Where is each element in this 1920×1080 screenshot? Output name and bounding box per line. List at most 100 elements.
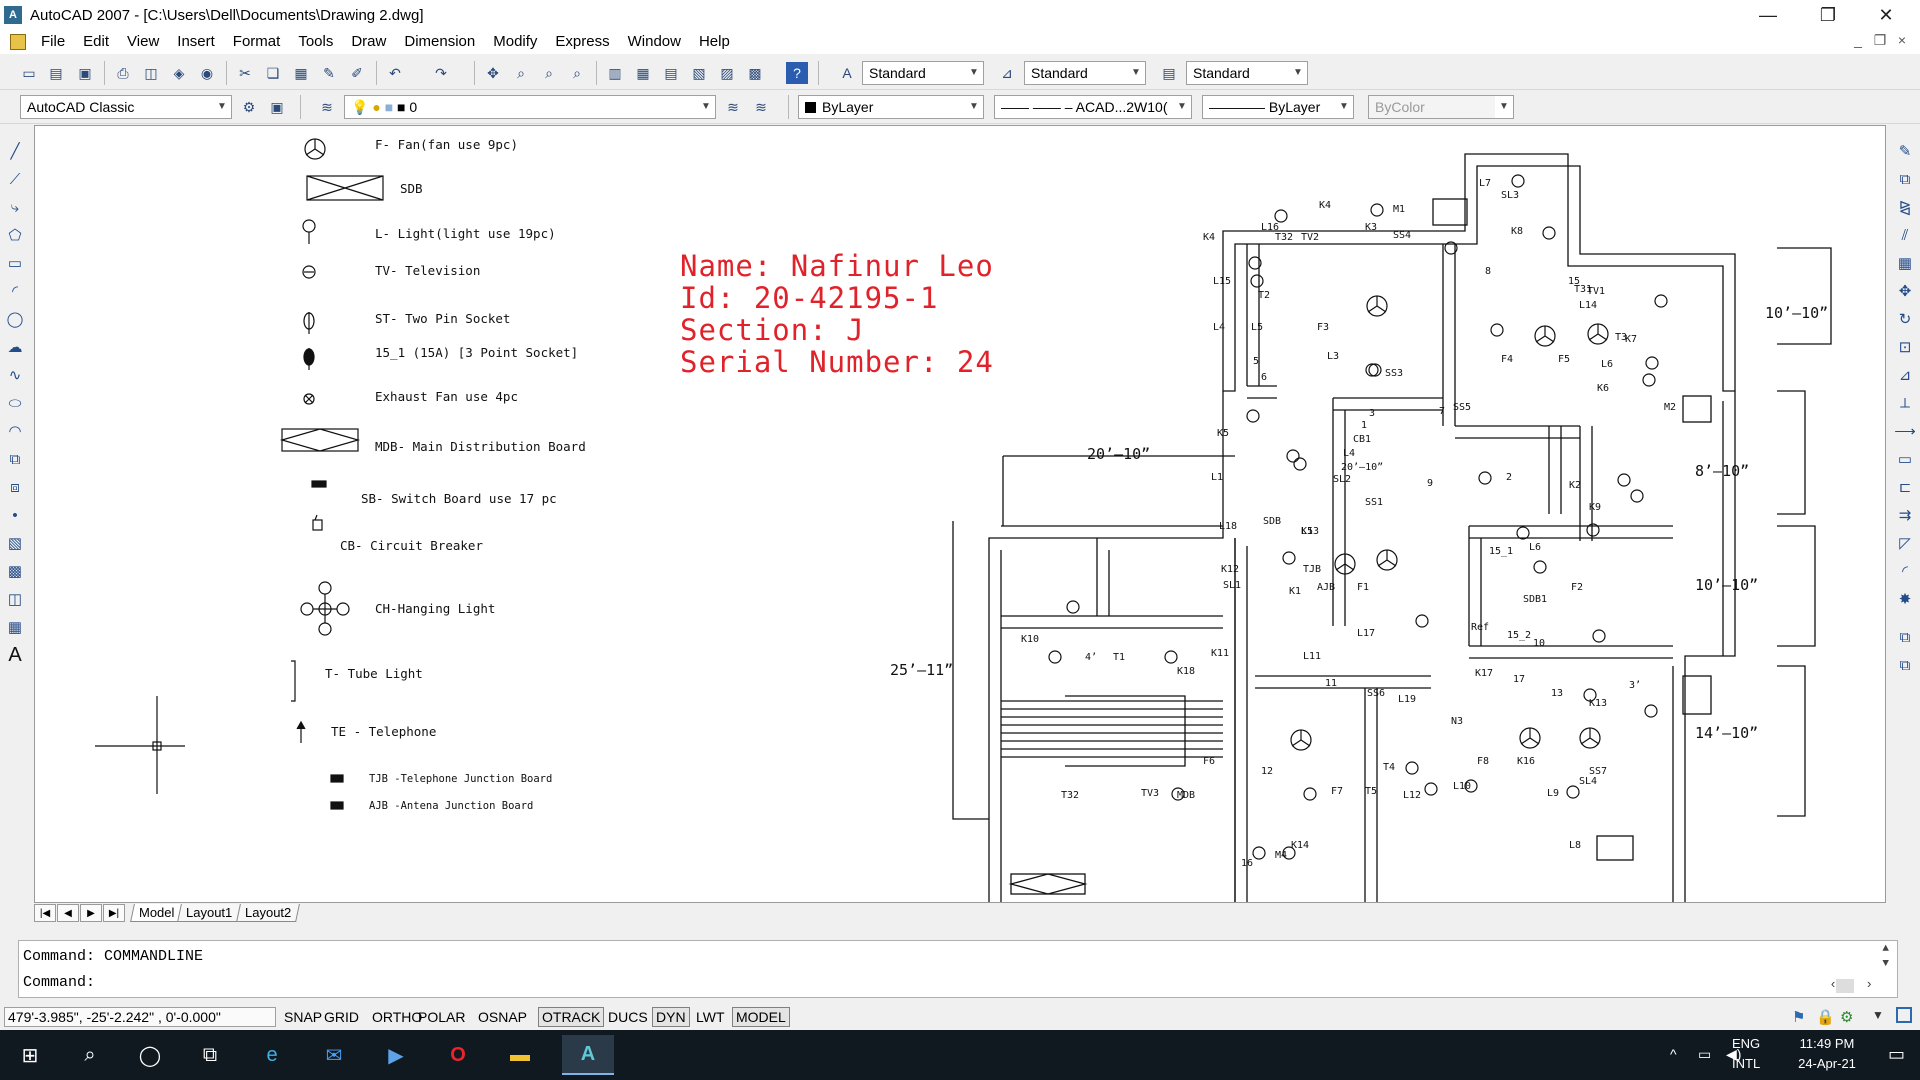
tray-settings-icon[interactable]: ⚙ — [1840, 1008, 1853, 1026]
table-icon[interactable]: ▦ — [4, 616, 26, 638]
table-style-select[interactable]: Standard ▼ — [1186, 61, 1308, 85]
offset-icon[interactable]: ⫽ — [1894, 224, 1916, 246]
notifications-icon[interactable]: ▭ — [1888, 1044, 1905, 1080]
table-style-icon[interactable]: ▤ — [1158, 62, 1180, 84]
pan-icon[interactable]: ✥ — [482, 62, 504, 84]
doc-restore-icon[interactable]: ❐ — [1869, 32, 1891, 49]
redo-icon[interactable]: ↷ — [430, 62, 452, 84]
tool-palettes-icon[interactable]: ▤ — [660, 62, 682, 84]
line-icon[interactable]: ╱ — [4, 140, 26, 162]
array-icon[interactable]: ▦ — [1894, 252, 1916, 274]
help-icon[interactable]: ? — [786, 62, 808, 84]
file-explorer-icon[interactable]: ▬ — [502, 1038, 538, 1072]
draworder-front-icon[interactable]: ⧉ — [1894, 626, 1916, 648]
move-icon[interactable]: ✥ — [1894, 280, 1916, 302]
lineweight-select[interactable]: ———— ByLayer ▼ — [1202, 95, 1354, 119]
explode-icon[interactable]: ✸ — [1894, 588, 1916, 610]
doc-minimize-icon[interactable]: _ — [1847, 32, 1869, 48]
opera-icon[interactable]: O — [440, 1038, 476, 1072]
status-toggle-ducs[interactable]: DUCS — [604, 1007, 652, 1027]
arc-icon[interactable]: ◜ — [4, 280, 26, 302]
ellipse-arc-icon[interactable]: ◠ — [4, 420, 26, 442]
menu-express[interactable]: Express — [546, 30, 618, 54]
dim-style-icon[interactable]: ⊿ — [996, 62, 1018, 84]
draworder-back-icon[interactable]: ⧉ — [1894, 654, 1916, 676]
menu-insert[interactable]: Insert — [168, 30, 224, 54]
comm-center-icon[interactable]: ⚑ — [1792, 1008, 1805, 1026]
markup-icon[interactable]: ▨ — [716, 62, 738, 84]
undo-icon[interactable]: ↶ — [384, 62, 406, 84]
join-icon[interactable]: ⇉ — [1894, 504, 1916, 526]
design-center-icon[interactable]: ▦ — [632, 62, 654, 84]
horizontal-scroll-thumb[interactable] — [1836, 979, 1854, 993]
menu-help[interactable]: Help — [690, 30, 739, 54]
hatch-icon[interactable]: ▧ — [4, 532, 26, 554]
plot-preview-icon[interactable]: ◫ — [140, 62, 162, 84]
calculator-icon[interactable]: ▩ — [744, 62, 766, 84]
search-icon[interactable]: ⌕ — [72, 1038, 108, 1072]
workspace-settings-icon[interactable]: ⚙ — [238, 96, 260, 118]
edge-icon[interactable]: e — [254, 1038, 290, 1072]
zoom-realtime-icon[interactable]: ⌕ — [510, 62, 532, 84]
linetype-select[interactable]: —— —— – ACAD...2W10(▼ — [994, 95, 1192, 119]
menu-tools[interactable]: Tools — [289, 30, 342, 54]
layer-previous-icon[interactable]: ≋ — [750, 96, 772, 118]
layer-manager-icon[interactable]: ≋ — [316, 96, 338, 118]
zoom-previous-icon[interactable]: ⌕ — [566, 62, 588, 84]
block-editor-icon[interactable]: ✐ — [346, 62, 368, 84]
menu-view[interactable]: View — [118, 30, 168, 54]
close-button[interactable]: ✕ — [1858, 0, 1914, 30]
plot-icon[interactable]: ⎙ — [112, 62, 134, 84]
status-toggle-otrack[interactable]: OTRACK — [538, 1007, 605, 1027]
tab-model[interactable]: Model — [130, 904, 184, 922]
chamfer-icon[interactable]: ◸ — [1894, 532, 1916, 554]
workspace-select[interactable]: AutoCAD Classic ▼ — [20, 95, 232, 119]
status-toggle-grid[interactable]: GRID — [320, 1007, 363, 1027]
multiline-text-icon[interactable]: A — [4, 644, 26, 666]
status-toggle-model[interactable]: MODEL — [732, 1007, 790, 1027]
properties-icon[interactable]: ▥ — [604, 62, 626, 84]
media-player-icon[interactable]: ▶ — [378, 1038, 414, 1072]
match-properties-icon[interactable]: ✎ — [318, 62, 340, 84]
dim-style-select[interactable]: Standard ▼ — [1024, 61, 1146, 85]
status-toggle-dyn[interactable]: DYN — [652, 1007, 690, 1027]
menu-dimension[interactable]: Dimension — [395, 30, 484, 54]
insert-block-icon[interactable]: ⧉ — [4, 448, 26, 470]
my-workspace-icon[interactable]: ▣ — [266, 96, 288, 118]
3d-dwf-icon[interactable]: ◉ — [196, 62, 218, 84]
gradient-icon[interactable]: ▩ — [4, 560, 26, 582]
make-block-icon[interactable]: ⧈ — [4, 476, 26, 498]
autocad-app-icon[interactable]: A — [4, 6, 22, 24]
menu-file[interactable]: File — [32, 30, 74, 54]
polygon-icon[interactable]: ⬠ — [4, 224, 26, 246]
menu-draw[interactable]: Draw — [342, 30, 395, 54]
cut-icon[interactable]: ✂ — [234, 62, 256, 84]
copy-icon[interactable]: ❏ — [262, 62, 284, 84]
last-tab-icon[interactable]: ▶| — [103, 904, 125, 922]
menu-edit[interactable]: Edit — [74, 30, 118, 54]
document-icon[interactable] — [10, 34, 26, 50]
scroll-right-icon[interactable]: › — [1865, 977, 1873, 992]
rotate-icon[interactable]: ↻ — [1894, 308, 1916, 330]
publish-icon[interactable]: ◈ — [168, 62, 190, 84]
text-style-icon[interactable]: A — [836, 62, 858, 84]
lock-icon[interactable]: 🔒 — [1816, 1008, 1835, 1026]
drawing-canvas[interactable]: F- Fan(fan use 9pc) SDB L- Light(light u… — [34, 125, 1886, 903]
tab-layout1[interactable]: Layout1 — [177, 904, 242, 922]
erase-icon[interactable]: ✎ — [1894, 140, 1916, 162]
tab-layout2[interactable]: Layout2 — [235, 904, 300, 922]
scale-icon[interactable]: ⊡ — [1894, 336, 1916, 358]
clock[interactable]: 11:49 PM 24-Apr-21 — [1782, 1036, 1872, 1080]
coordinate-readout[interactable]: 479'-3.985", -25'-2.242" , 0'-0.000" — [4, 1007, 276, 1027]
break-at-point-icon[interactable]: ▭ — [1894, 448, 1916, 470]
menu-window[interactable]: Window — [619, 30, 690, 54]
make-layer-current-icon[interactable]: ≋ — [722, 96, 744, 118]
menu-modify[interactable]: Modify — [484, 30, 546, 54]
ellipse-icon[interactable]: ⬭ — [4, 392, 26, 414]
polyline-icon[interactable]: ⤷ — [4, 196, 26, 218]
command-input[interactable] — [115, 974, 1815, 994]
clean-screen-icon[interactable] — [1896, 1007, 1912, 1023]
fillet-icon[interactable]: ◜ — [1894, 560, 1916, 582]
extend-icon[interactable]: ⟶ — [1894, 420, 1916, 442]
status-toggle-osnap[interactable]: OSNAP — [474, 1007, 531, 1027]
